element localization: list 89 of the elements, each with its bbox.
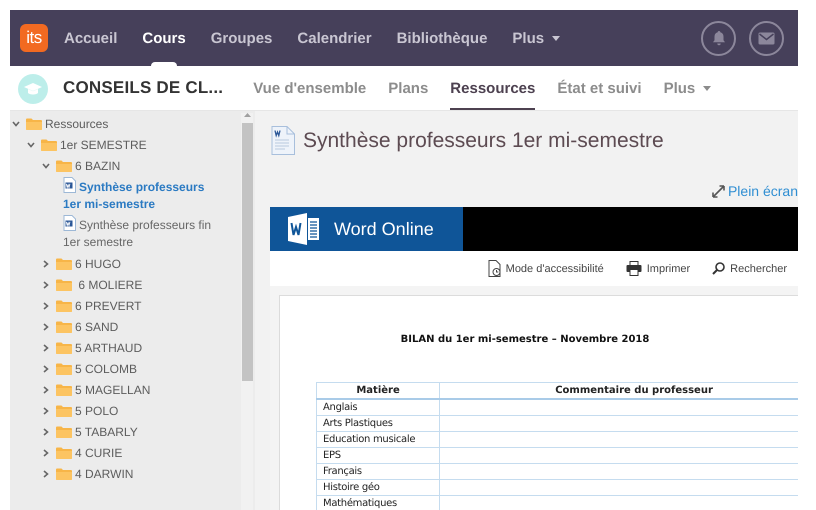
chevron-down-icon [12,120,20,126]
folder-icon [56,446,72,459]
caret-icon [552,36,560,40]
folder-item[interactable]: 5 ARTHAUD [10,337,241,358]
word-document-icon [271,126,295,155]
search-button[interactable]: Rechercher [712,262,787,275]
menu-tab[interactable]: Plus [664,66,712,110]
table-cell: Anglais [316,399,440,416]
menu-link[interactable]: Plus [512,10,560,66]
app-name: Word Online [334,218,434,240]
nav-link[interactable]: Calendrier [297,10,372,66]
folder-item[interactable]: 6 BAZIN [10,155,241,176]
chevron-right-icon [43,364,49,372]
folder-icon [41,138,57,151]
caret-icon [703,86,712,90]
folder-icon [56,467,72,480]
chevron-down-icon [27,142,35,148]
printer-icon [626,261,642,276]
folder-item[interactable]: Ressources [10,113,241,134]
course-title: CONSEILS DE CL... [63,77,224,99]
chevron-right-icon [43,280,49,288]
notifications-button[interactable] [701,20,736,56]
chevron-down-icon [42,162,50,168]
folder-item[interactable]: 4 CURIE [10,442,241,463]
table-cell: Mathématiques [316,496,440,510]
folder-item[interactable]: 4 DARWIN [10,463,241,484]
mail-icon [758,32,775,44]
tab[interactable]: État et suivi [557,66,642,110]
bell-icon [710,30,726,46]
chevron-right-icon [43,406,49,414]
chevron-right-icon [43,322,49,330]
messages-button[interactable] [749,20,784,56]
table-cell: Education musicale [316,432,440,448]
folder-icon [56,383,72,396]
folder-item[interactable]: 5 COLOMB [10,358,241,379]
folder-icon [56,320,72,333]
table-cell: EPS [316,448,440,464]
folder-item[interactable]: 5 POLO [10,400,241,421]
file-link[interactable]: Synthèse professeurs fin 1er semestre [63,215,221,251]
word-file-icon [63,177,76,193]
nav-link[interactable]: Bibliothèque [396,10,488,66]
search-icon [712,262,726,275]
expand-icon [712,184,725,198]
nav-link[interactable]: Groupes [210,10,272,66]
folder-item[interactable]: 5 MAGELLAN [10,379,241,400]
fullscreen-link[interactable]: Plein écran [728,183,798,199]
nav-link[interactable]: Cours [142,10,186,66]
accessibility-button[interactable]: Mode d'accessibilité [488,260,604,277]
folder-icon [56,159,72,172]
folder-icon [56,257,72,270]
logo[interactable]: its [20,24,48,52]
folder-icon [56,425,72,438]
folder-item[interactable]: 6 PREVERT [10,295,241,316]
folder-item[interactable]: 6 HUGO [10,253,241,274]
table-cell: Histoire géo [316,480,440,496]
tab[interactable]: Vue d'ensemble [253,66,366,110]
chevron-right-icon [43,302,49,310]
chevron-right-icon [43,386,49,394]
graduation-cap-icon [24,82,42,96]
accessibility-icon [488,260,501,277]
chevron-right-icon [43,470,49,478]
folder-item[interactable]: 6 SAND [10,316,241,337]
folder-icon [26,117,42,130]
folder-icon [56,278,72,291]
chevron-right-icon [43,428,49,436]
column-header: Commentaire du professeur [440,382,798,399]
column-header: Matière [316,382,440,399]
folder-icon [56,341,72,354]
folder-icon [56,362,72,375]
chevron-right-icon [43,344,49,352]
word-file-icon [63,215,76,231]
chevron-right-icon [43,448,49,456]
document-title: Synthèse professeurs 1er mi-semestre [303,128,664,152]
print-button[interactable]: Imprimer [626,261,690,276]
folder-icon [56,404,72,417]
folder-item[interactable]: 6 MOLIERE [10,274,241,295]
nav-link[interactable]: Accueil [64,10,118,66]
folder-item[interactable]: 1er SEMESTRE [10,134,241,155]
chevron-right-icon [43,260,49,268]
tab[interactable]: Plans [388,66,428,110]
table-cell: Français [316,464,440,480]
word-logo-icon [288,213,320,245]
document-heading: BILAN du 1er mi-semestre – Novembre 2018 [400,334,650,345]
scrollbar[interactable] [241,113,253,510]
folder-icon [56,299,72,312]
table-cell: Arts Plastiques [316,416,440,432]
folder-item[interactable]: 5 TABARLY [10,421,241,442]
file-link[interactable]: Synthèse professeurs 1er mi-semestre [63,177,221,213]
scroll-up-icon [244,113,250,117]
